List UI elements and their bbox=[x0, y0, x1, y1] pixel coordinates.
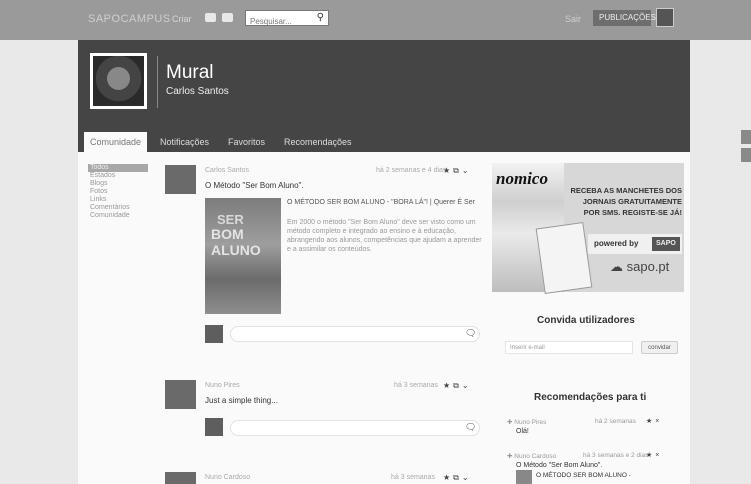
header-divider bbox=[157, 56, 158, 108]
filter-item[interactable]: Todos bbox=[88, 164, 148, 172]
post-text: O Método "Ser Bom Aluno". bbox=[205, 181, 304, 190]
tab-comunidade[interactable]: Comunidade bbox=[84, 132, 148, 152]
comment-input[interactable] bbox=[230, 420, 480, 436]
share-icon[interactable]: ⧉ bbox=[453, 166, 462, 175]
share-icon[interactable]: ⧉ bbox=[453, 381, 462, 390]
side-tab[interactable] bbox=[741, 130, 751, 144]
post-text: Just a simple thing... bbox=[205, 396, 278, 405]
tab-favoritos[interactable]: Favoritos bbox=[228, 132, 265, 152]
feed-filter-nav: Todos Estados Blogs Fotos Links Comentár… bbox=[88, 164, 148, 220]
favorite-icon[interactable]: ★ bbox=[646, 418, 655, 425]
create-link[interactable]: Criar bbox=[172, 14, 192, 24]
post-actions: ★⧉⌄ bbox=[443, 166, 472, 176]
powered-by: powered by SAPO bbox=[588, 234, 682, 254]
filter-item[interactable]: Fotos bbox=[88, 188, 148, 196]
post-author[interactable]: Carlos Santos bbox=[205, 167, 249, 174]
post-time: há 2 semanas e 4 dias bbox=[376, 167, 447, 174]
filter-item[interactable]: Blogs bbox=[88, 180, 148, 188]
commenter-avatar bbox=[205, 418, 223, 436]
invite-email-input[interactable]: Inserir e-mail bbox=[505, 341, 633, 354]
favorite-icon[interactable]: ★ bbox=[443, 381, 453, 390]
post-actions: ★⧉⌄ bbox=[443, 381, 472, 391]
sapo-link[interactable]: ☁ sapo.pt bbox=[610, 259, 669, 275]
invite-title: Convida utilizadores bbox=[537, 315, 635, 326]
search-input[interactable] bbox=[246, 14, 308, 29]
filter-item[interactable]: Links bbox=[88, 196, 148, 204]
post-author[interactable]: Nuno Pires bbox=[205, 382, 240, 389]
profile-avatar bbox=[90, 53, 147, 109]
preview-title[interactable]: O MÉTODO SER BOM ALUNO - "BORA LÁ"! | Qu… bbox=[287, 198, 483, 207]
rec-author[interactable]: ✚ Nuno Cardoso bbox=[507, 452, 556, 460]
link-preview[interactable]: SER BOM ALUNO O MÉTODO SER BOM ALUNO - "… bbox=[205, 198, 483, 314]
side-tabs bbox=[741, 130, 751, 166]
post-time: há 3 semanas bbox=[394, 382, 438, 389]
comment-input[interactable] bbox=[230, 326, 480, 342]
favorite-icon[interactable]: ★ bbox=[443, 166, 453, 175]
filter-item[interactable]: Estados bbox=[88, 172, 148, 180]
filter-item[interactable]: Comentários bbox=[88, 204, 148, 212]
rec-author[interactable]: ✚ Nuno Pires bbox=[507, 418, 546, 426]
tab-notificacoes[interactable]: Notificações bbox=[160, 132, 209, 152]
post-author[interactable]: Nuno Cardoso bbox=[205, 474, 250, 481]
chevron-down-icon[interactable]: ⌄ bbox=[462, 473, 472, 482]
post-author-avatar[interactable] bbox=[165, 472, 196, 484]
profile-name[interactable]: Carlos Santos bbox=[166, 86, 229, 97]
rec-text: Olá! bbox=[516, 428, 529, 435]
rec-link-title[interactable]: O MÉTODO SER BOM ALUNO - bbox=[536, 472, 631, 479]
top-bar: SAPOCAMPUS Criar ⚲ Sair PUBLICAÇÕES bbox=[0, 0, 751, 40]
invite-button[interactable]: convidar bbox=[641, 341, 678, 354]
user-avatar[interactable] bbox=[656, 8, 674, 27]
side-tab[interactable] bbox=[741, 148, 751, 162]
chevron-down-icon[interactable]: ⌄ bbox=[462, 166, 472, 175]
sms-ad-banner[interactable]: nomico RECEBA AS MANCHETES DOS JORNAIS G… bbox=[492, 163, 684, 295]
folder-icon[interactable] bbox=[222, 13, 233, 22]
site-logo[interactable]: SAPOCAMPUS bbox=[88, 13, 171, 25]
post-author-avatar[interactable] bbox=[165, 380, 196, 409]
share-icon[interactable]: ⧉ bbox=[453, 473, 462, 482]
page-title: Mural bbox=[166, 62, 214, 83]
filter-item[interactable]: Comunidade bbox=[88, 212, 148, 220]
rec-time: há 3 semanas e 2 dias bbox=[583, 452, 649, 459]
comment-bubble-icon[interactable]: 🗨 bbox=[465, 422, 476, 433]
search-icon[interactable]: ⚲ bbox=[317, 12, 324, 23]
rec-actions: ★× bbox=[646, 417, 662, 425]
ad-headline: RECEBA AS MANCHETES DOS JORNAIS GRATUITA… bbox=[570, 186, 682, 217]
commenter-avatar bbox=[205, 325, 223, 343]
favorite-icon[interactable]: ★ bbox=[646, 452, 655, 459]
search-box: ⚲ bbox=[245, 10, 329, 29]
preview-description: Em 2000 o método "Ser Bom Aluno" deve se… bbox=[287, 219, 482, 253]
rec-thumbnail[interactable] bbox=[516, 470, 532, 484]
tab-recomendacoes[interactable]: Recomendações bbox=[284, 132, 352, 152]
rec-actions: ★× bbox=[646, 451, 662, 459]
preview-image[interactable]: SER BOM ALUNO bbox=[205, 198, 281, 314]
favorite-icon[interactable]: ★ bbox=[443, 473, 453, 482]
newspaper-image bbox=[535, 221, 593, 295]
close-icon[interactable]: × bbox=[655, 452, 662, 459]
close-icon[interactable]: × bbox=[655, 418, 662, 425]
logout-link[interactable]: Sair bbox=[565, 14, 581, 24]
chevron-down-icon[interactable]: ⌄ bbox=[462, 381, 472, 390]
post-author-avatar[interactable] bbox=[165, 165, 196, 194]
rec-time: há 2 semanas bbox=[595, 418, 636, 425]
recommendations-title: Recomendações para ti bbox=[534, 392, 647, 403]
people-icon[interactable] bbox=[205, 13, 216, 22]
post-time: há 3 semanas bbox=[391, 474, 435, 481]
post-actions: ★⧉⌄ bbox=[443, 473, 472, 483]
sapo-logo: SAPO bbox=[652, 237, 680, 251]
user-menu[interactable]: PUBLICAÇÕES bbox=[593, 10, 656, 26]
comment-bubble-icon[interactable]: 🗨 bbox=[465, 328, 476, 339]
rec-text: O Método "Ser Bom Aluno". bbox=[516, 462, 603, 469]
